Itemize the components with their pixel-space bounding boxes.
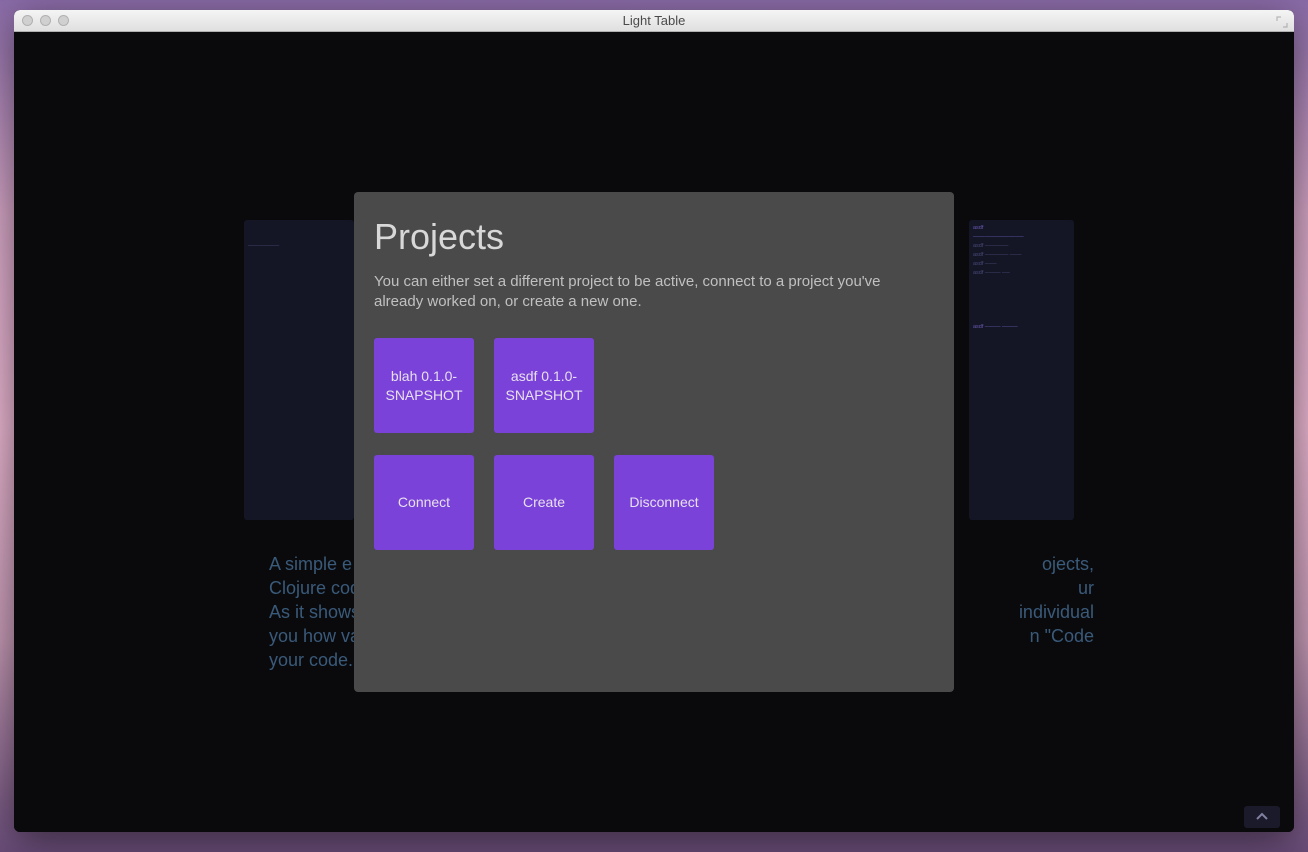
background-panel-right: asdf ───────────── asdf ────── asdf ────… (969, 220, 1074, 520)
modal-title: Projects (374, 216, 934, 258)
window-titlebar: Light Table (14, 10, 1294, 32)
projects-modal: Projects You can either set a different … (354, 192, 954, 692)
app-content: ──────── asdf ───────────── asdf ────── … (14, 32, 1294, 832)
close-window-button[interactable] (22, 15, 33, 26)
minimize-window-button[interactable] (40, 15, 51, 26)
project-tile-asdf[interactable]: asdf 0.1.0-SNAPSHOT (494, 338, 594, 433)
traffic-lights (14, 15, 69, 26)
zoom-window-button[interactable] (58, 15, 69, 26)
project-tile-blah[interactable]: blah 0.1.0-SNAPSHOT (374, 338, 474, 433)
connect-button[interactable]: Connect (374, 455, 474, 550)
app-window: Light Table ──────── asdf ───────────── … (14, 10, 1294, 832)
background-panel-left: ──────── (244, 220, 354, 520)
actions-row: Connect Create Disconnect (374, 455, 934, 550)
modal-description: You can either set a different project t… (374, 272, 904, 312)
window-title: Light Table (623, 13, 686, 28)
chevron-up-icon (1255, 812, 1269, 822)
disconnect-button[interactable]: Disconnect (614, 455, 714, 550)
projects-row: blah 0.1.0-SNAPSHOT asdf 0.1.0-SNAPSHOT (374, 338, 934, 433)
background-description-right: ojects, ur individual n "Code (944, 552, 1094, 648)
fullscreen-icon[interactable] (1276, 15, 1288, 27)
collapse-panel-button[interactable] (1244, 806, 1280, 828)
create-button[interactable]: Create (494, 455, 594, 550)
